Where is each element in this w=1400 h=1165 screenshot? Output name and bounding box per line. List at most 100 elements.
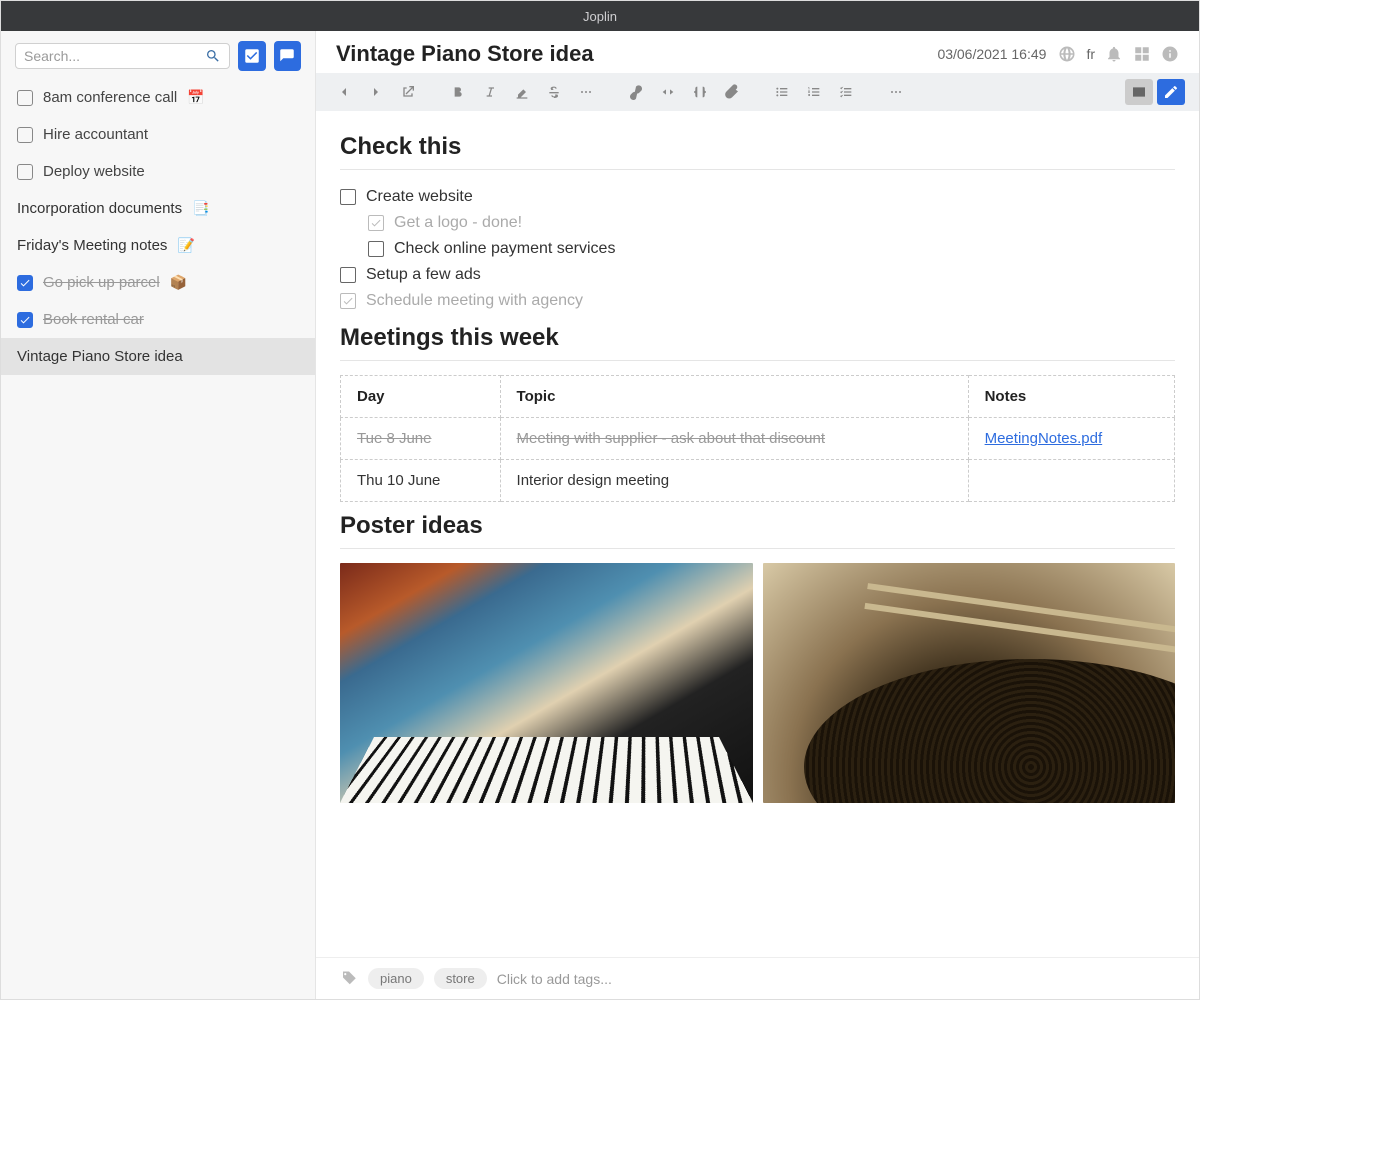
ellipsis-icon [578,84,594,100]
editor-toolbar [316,73,1199,111]
braces-icon [692,84,708,100]
tag-icon [340,970,358,988]
checkbox-icon[interactable] [17,127,33,143]
check-item[interactable]: Create website [340,184,1175,210]
poster-image-piano[interactable] [340,563,753,803]
layout-icon[interactable] [1133,45,1151,63]
table-cell: Tue 8 June [357,430,432,447]
check-list-button[interactable] [832,79,860,105]
edit-icon [1163,84,1179,100]
checkbox-icon[interactable] [17,90,33,106]
globe-icon[interactable] [1058,45,1076,63]
note-title[interactable]: Vintage Piano Store idea [336,41,925,67]
search-input[interactable] [24,48,205,64]
code-block-button[interactable] [686,79,714,105]
note-list: 8am conference call 📅 Hire accountant De… [1,79,315,999]
bullet-list-button[interactable] [768,79,796,105]
back-button[interactable] [330,79,358,105]
table-header: Day [341,376,501,418]
ellipsis-icon [888,84,904,100]
more-button[interactable] [882,79,910,105]
sidebar-item-label: Incorporation documents [17,200,182,217]
checkbox-icon[interactable] [340,267,356,283]
strikethrough-icon [546,84,562,100]
document-icon: 📑 [192,200,209,217]
sidebar-item-deploy-website[interactable]: Deploy website [1,153,315,190]
checkbox-icon[interactable] [340,189,356,205]
checkbox-checked-icon[interactable] [368,215,384,231]
attachment-link[interactable]: MeetingNotes.pdf [985,430,1103,447]
paperclip-icon [724,84,740,100]
memo-icon: 📝 [177,237,194,254]
check-item[interactable]: Check online payment services [340,236,1175,262]
highlight-button[interactable] [508,79,536,105]
check-label: Schedule meeting with agency [366,292,583,310]
app-title: Joplin [583,9,617,24]
search-box[interactable] [15,43,230,69]
meetings-table: Day Topic Notes Tue 8 June Meeting with … [340,375,1175,502]
info-icon[interactable] [1161,45,1179,63]
heading-poster-ideas: Poster ideas [340,512,1175,540]
check-item[interactable]: Schedule meeting with agency [340,288,1175,314]
bold-icon [450,84,466,100]
sidebar-item-hire-accountant[interactable]: Hire accountant [1,116,315,153]
bell-icon[interactable] [1105,45,1123,63]
tag-pill[interactable]: store [434,968,487,989]
sidebar-item-meeting-notes[interactable]: Friday's Meeting notes 📝 [1,227,315,264]
link-button[interactable] [622,79,650,105]
toggle-todo-button[interactable] [238,41,266,71]
checkbox-checked-icon[interactable] [17,312,33,328]
sidebar-item-pickup-parcel[interactable]: Go pick up parcel 📦 [1,264,315,301]
poster-image-vinyl[interactable] [763,563,1176,803]
bullet-list-icon [774,84,790,100]
code-button[interactable] [654,79,682,105]
sidebar-item-label: Vintage Piano Store idea [17,348,183,365]
check-label: Get a logo - done! [394,214,522,232]
more-format-button[interactable] [572,79,600,105]
table-row: Tue 8 June Meeting with supplier - ask a… [341,418,1175,460]
check-label: Create website [366,188,473,206]
attach-button[interactable] [718,79,746,105]
table-header: Notes [968,376,1174,418]
check-item[interactable]: Get a logo - done! [340,210,1175,236]
forward-button[interactable] [362,79,390,105]
search-icon [205,48,221,64]
note-body[interactable]: Check this Create website Get a logo - d… [316,111,1199,957]
table-cell: Interior design meeting [500,460,968,502]
sidebar-item-label: Friday's Meeting notes [17,237,167,254]
note-header: Vintage Piano Store idea 03/06/2021 16:4… [316,31,1199,73]
check-label: Check online payment services [394,240,615,258]
checkbox-checked-icon[interactable] [340,293,356,309]
divider [340,360,1175,361]
note-icon [278,47,296,65]
number-list-icon [806,84,822,100]
external-link-button[interactable] [394,79,422,105]
highlight-icon [514,84,530,100]
new-note-button[interactable] [274,41,302,71]
check-list-icon [838,84,854,100]
table-cell [968,460,1174,502]
heading-meetings: Meetings this week [340,324,1175,352]
sidebar-item-conference-call[interactable]: 8am conference call 📅 [1,79,315,116]
sidebar-item-book-car[interactable]: Book rental car [1,301,315,338]
sidebar-item-label: Deploy website [43,163,145,180]
markdown-icon [1131,84,1147,100]
checkbox-checked-icon[interactable] [17,275,33,291]
checkbox-icon[interactable] [17,164,33,180]
strikethrough-button[interactable] [540,79,568,105]
italic-button[interactable] [476,79,504,105]
tag-pill[interactable]: piano [368,968,424,989]
bold-button[interactable] [444,79,472,105]
checkbox-icon[interactable] [368,241,384,257]
number-list-button[interactable] [800,79,828,105]
language-label[interactable]: fr [1086,46,1095,62]
add-tags-button[interactable]: Click to add tags... [497,971,612,987]
table-cell: Thu 10 June [341,460,501,502]
note-date: 03/06/2021 16:49 [937,46,1046,62]
markdown-toggle[interactable] [1125,79,1153,105]
sidebar-item-incorporation[interactable]: Incorporation documents 📑 [1,190,315,227]
tags-row: piano store Click to add tags... [316,957,1199,999]
check-item[interactable]: Setup a few ads [340,262,1175,288]
sidebar-item-vintage-piano[interactable]: Vintage Piano Store idea [1,338,315,375]
editor-toggle[interactable] [1157,79,1185,105]
